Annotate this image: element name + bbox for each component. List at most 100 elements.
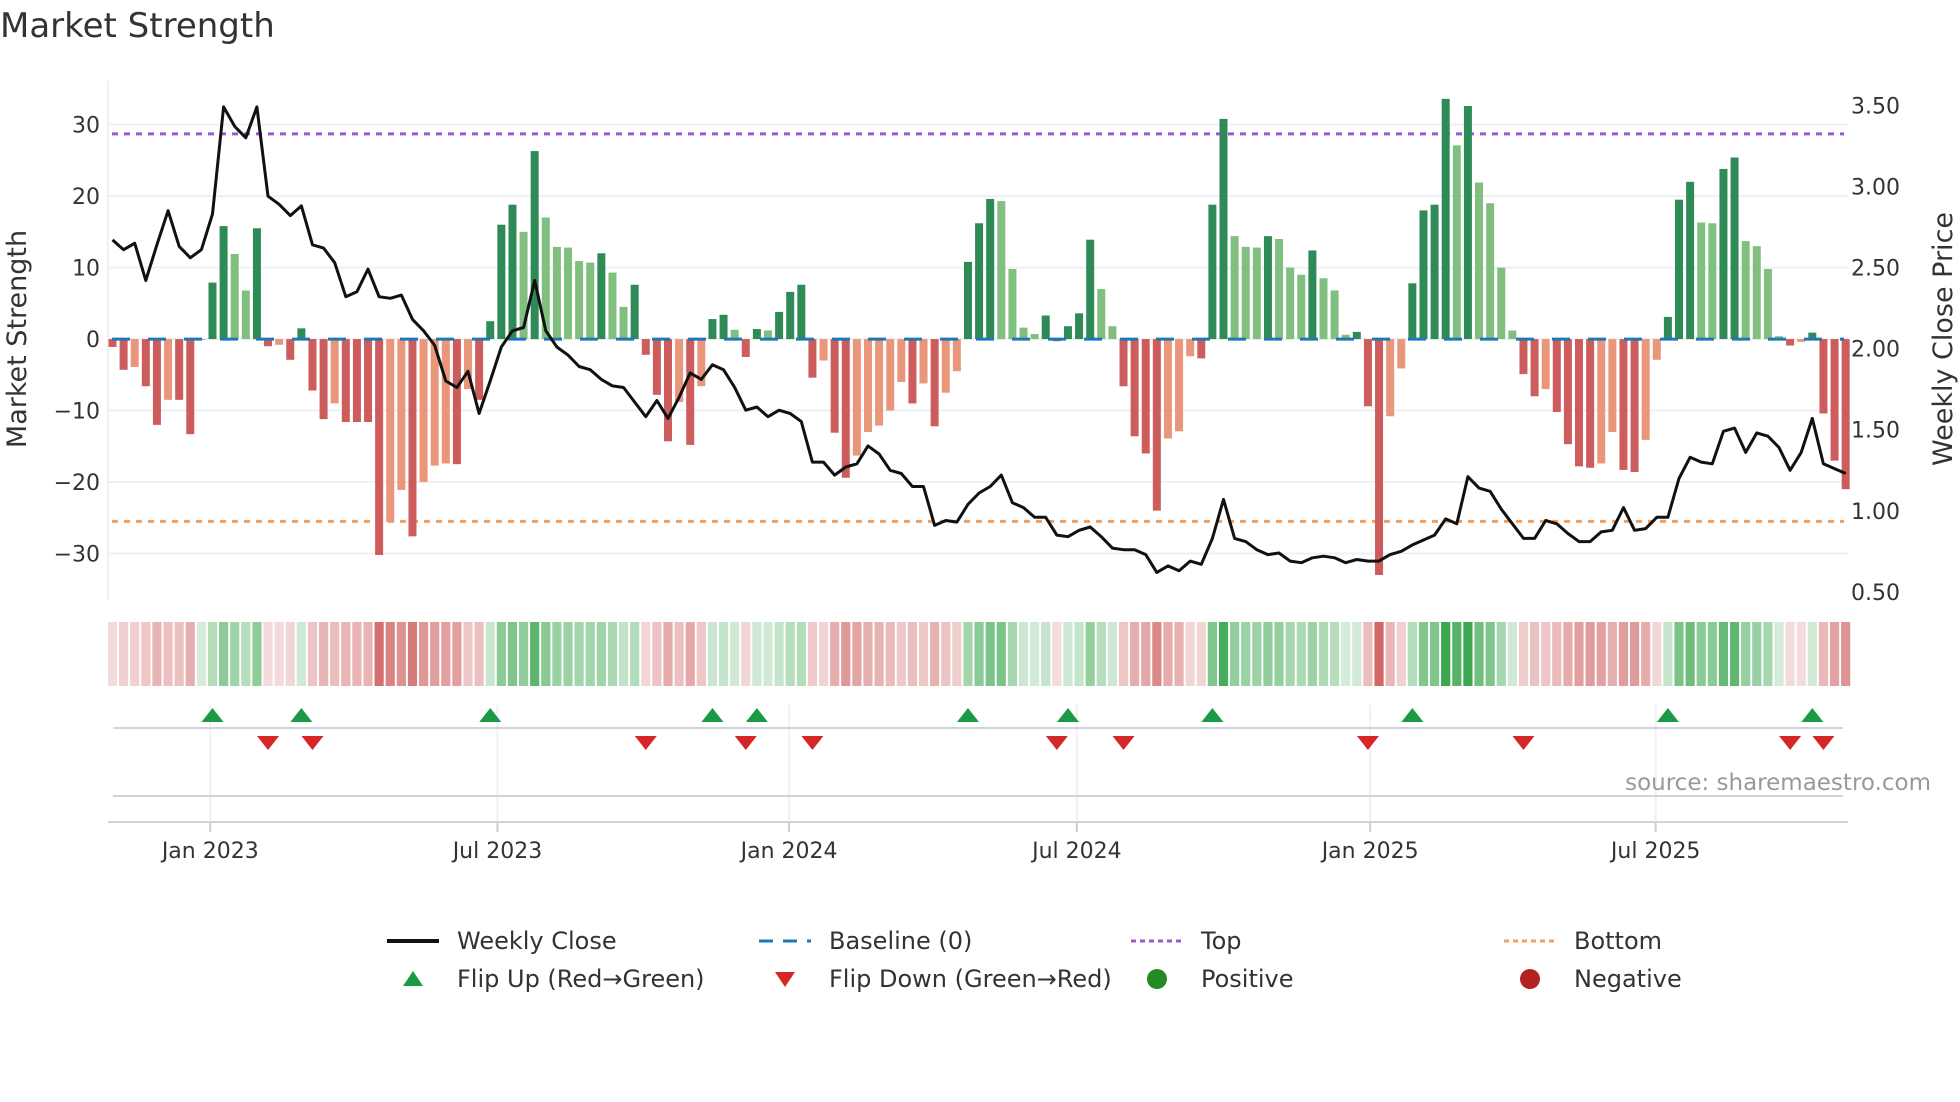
legend-triangle-down-icon (775, 972, 795, 987)
heat-cell (663, 622, 673, 686)
heat-cell (274, 622, 284, 686)
heat-cell (418, 622, 429, 686)
heat-cell (385, 622, 395, 686)
heat-cell (130, 622, 140, 686)
heat-cell (318, 622, 329, 686)
heat-cell (1452, 622, 1462, 686)
heat-cell (152, 622, 162, 686)
legend-label: Flip Up (Red→Green) (457, 965, 705, 993)
heat-cell (1352, 622, 1362, 686)
heat-cell (807, 622, 818, 686)
strength-bar (863, 339, 872, 433)
strength-bar (641, 339, 650, 355)
heat-cell (141, 622, 151, 686)
y2-axis-title: Weekly Close Price (1928, 212, 1959, 466)
legend-dotted-line-purple-icon (1131, 939, 1183, 943)
flip-up-marker (956, 708, 979, 722)
y-tick-label: −20 (54, 471, 100, 496)
y-tick-label: −10 (54, 400, 100, 425)
heat-cell (1629, 622, 1640, 686)
strength-bar (819, 339, 828, 361)
strength-bar (1230, 236, 1239, 340)
strength-bar (1430, 204, 1439, 340)
strength-bar (1830, 339, 1839, 461)
heat-cell (1063, 622, 1073, 686)
strength-bar (1686, 181, 1695, 340)
strength-bar (1163, 339, 1172, 439)
strength-bar (252, 228, 261, 340)
legend-item: Flip Up (Red→Green) (387, 964, 705, 994)
y-tick-label: 30 (72, 114, 100, 139)
strength-bar (230, 254, 239, 340)
heat-cell (563, 622, 573, 686)
heat-cell (830, 622, 840, 686)
heat-cell (1429, 622, 1440, 686)
strength-bar (275, 339, 284, 345)
heat-cell (874, 622, 884, 686)
strength-bar (1819, 339, 1828, 414)
strength-bar (1019, 327, 1028, 340)
legend-label: Negative (1574, 965, 1682, 993)
heat-cell (1130, 622, 1140, 686)
heat-cell (1085, 622, 1095, 686)
strength-bar (1297, 274, 1306, 340)
heat-cell (541, 622, 551, 686)
legend-solid-line-icon (387, 939, 439, 943)
heat-cell (1030, 622, 1040, 686)
heat-cell (963, 622, 973, 686)
strength-bar (597, 253, 606, 340)
strength-bar (1152, 339, 1161, 511)
strength-bar (1541, 339, 1550, 390)
heat-cell (896, 622, 906, 686)
heat-cell (1007, 622, 1018, 686)
heat-cell (1318, 622, 1329, 686)
strength-bar (1208, 204, 1217, 340)
strength-bar (708, 319, 717, 340)
strength-bar (575, 261, 584, 340)
legend-label: Positive (1201, 965, 1294, 993)
heat-cell (1785, 622, 1795, 686)
legend-circle-green-icon (1147, 969, 1167, 989)
flip-up-marker (1801, 708, 1824, 722)
flip-up-marker (745, 708, 768, 722)
heat-cell (507, 622, 518, 686)
heat-cell (341, 622, 351, 686)
heat-cell (863, 622, 873, 686)
heat-cell (1396, 622, 1406, 686)
y2-tick-label: 0.50 (1851, 581, 1900, 606)
heat-cell (685, 622, 695, 686)
strength-bar (1619, 339, 1628, 470)
heat-cell (1074, 622, 1084, 686)
heat-cell (730, 622, 740, 686)
strength-bar (1363, 339, 1372, 407)
heat-cell (263, 622, 273, 686)
strength-bar (1197, 339, 1206, 359)
strength-bar (1486, 203, 1495, 340)
heat-cell (1763, 622, 1773, 686)
strength-bar (497, 224, 506, 340)
y2-tick-label: 2.50 (1851, 257, 1900, 282)
heat-cell (552, 622, 562, 686)
strength-bar (619, 306, 628, 340)
strength-bar (308, 339, 317, 391)
heat-cell (1230, 622, 1240, 686)
heat-cell (1174, 622, 1184, 686)
strength-bar (1375, 339, 1384, 575)
heat-cell (485, 622, 495, 686)
strength-bar (1330, 290, 1339, 340)
heat-cell (1474, 622, 1484, 686)
heat-cell (1152, 622, 1162, 686)
heat-cell (852, 622, 862, 686)
strength-bar (886, 339, 895, 411)
flip-up-marker (701, 708, 724, 722)
strength-bar (1519, 339, 1528, 375)
legend-item: Bottom (1504, 926, 1662, 956)
heat-cell (1752, 622, 1762, 686)
heat-cell (1518, 622, 1529, 686)
strength-bar (1275, 238, 1284, 340)
heat-cell (219, 622, 229, 686)
x-tick-label: Jan 2024 (739, 839, 838, 864)
legend-dotted-line-orange-icon (1504, 939, 1556, 943)
strength-bar (564, 247, 573, 340)
legend-dashed-line-icon (759, 939, 811, 943)
